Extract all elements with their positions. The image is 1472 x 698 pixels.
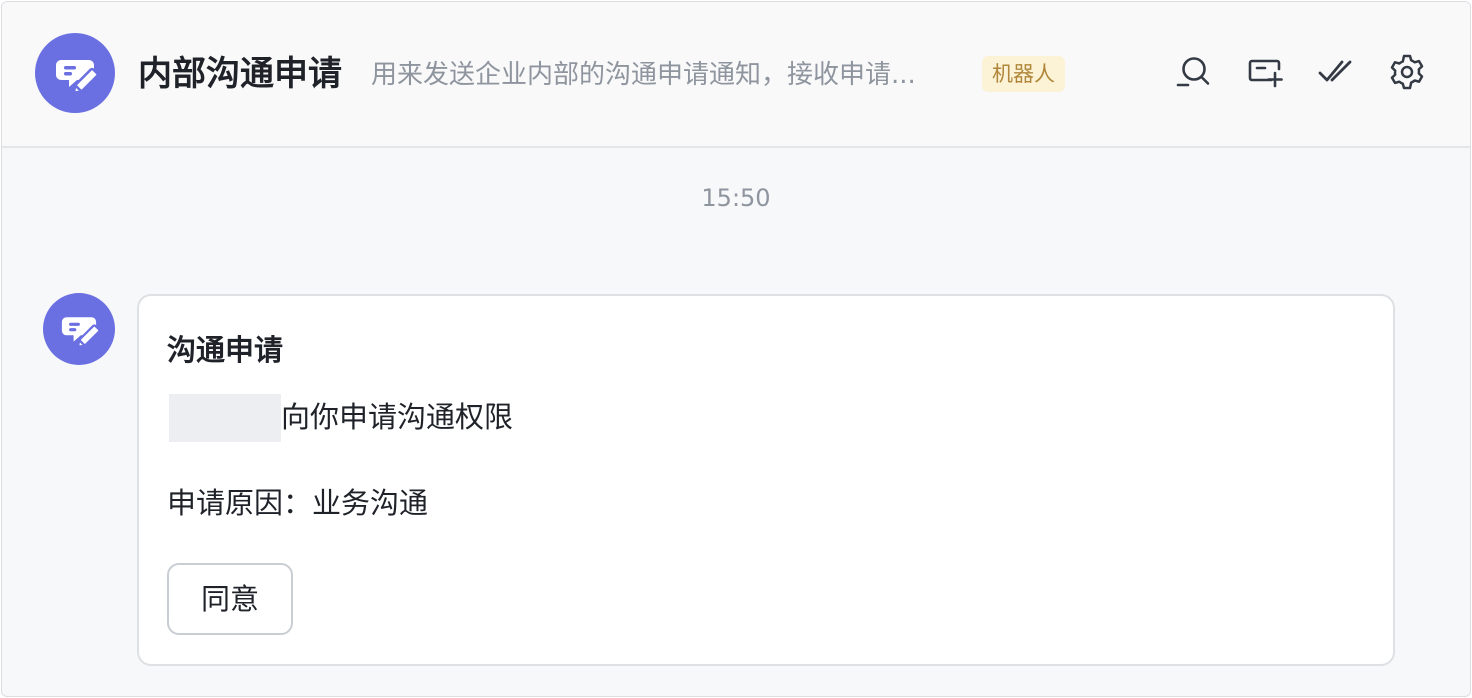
chat-edit-icon [56,60,99,94]
reason-text: 申请原因：业务沟通 [167,486,429,520]
chat-description: 用来发送企业内部的沟通申请通知，接收申请... [371,60,916,90]
search-button[interactable] [1173,52,1213,92]
chat-header: 内部沟通申请 用来发送企业内部的沟通申请通知，接收申请... 机器人 [2,2,1470,148]
bot-avatar[interactable] [35,33,115,113]
mark-done-button[interactable] [1316,52,1356,92]
sender-avatar[interactable] [43,293,115,365]
settings-button[interactable] [1387,52,1427,92]
bot-badge: 机器人 [982,56,1065,92]
request-text: 向你申请沟通权限 [281,400,514,434]
redacted-user-name [169,394,281,442]
message-card: 沟通申请 向你申请沟通权限 申请原因：业务沟通 同意 [137,294,1395,666]
card-title: 沟通申请 [167,333,284,367]
search-icon [1176,57,1210,87]
chat-title: 内部沟通申请 [138,54,342,94]
settings-gear-icon [1390,54,1424,90]
message-timestamp: 15:50 [701,184,771,212]
new-window-button[interactable] [1245,52,1285,92]
chat-window: 内部沟通申请 用来发送企业内部的沟通申请通知，接收申请... 机器人 15:50… [1,1,1471,697]
chat-edit-icon [61,317,101,348]
double-check-icon [1318,60,1352,82]
add-window-icon [1248,59,1283,88]
agree-button[interactable]: 同意 [167,563,293,635]
